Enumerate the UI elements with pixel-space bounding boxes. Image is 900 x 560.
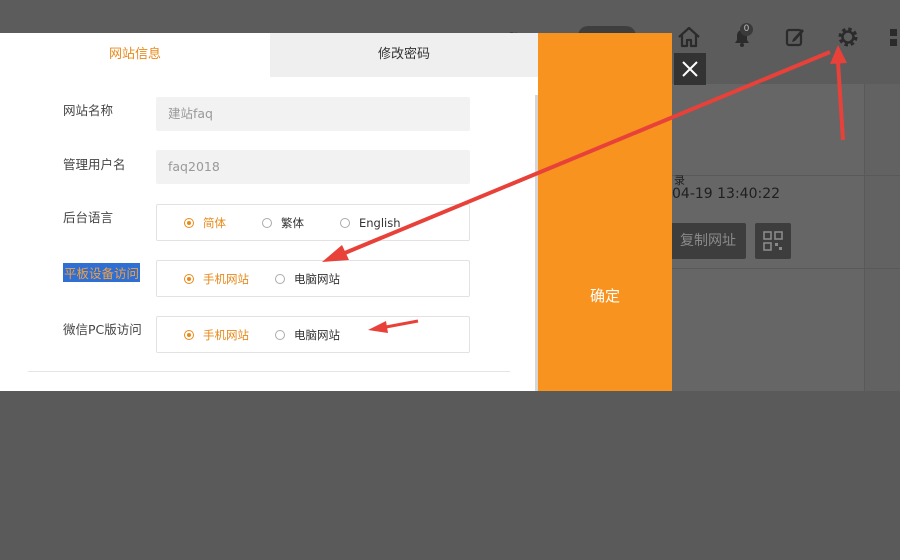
notification-badge: 0 bbox=[740, 23, 753, 36]
tablet-access-radio-group: 手机网站 电脑网站 bbox=[156, 260, 470, 297]
language-option-traditional[interactable]: 繁体 bbox=[262, 205, 304, 240]
radio-option-label: 电脑网站 bbox=[294, 327, 340, 342]
background-divider bbox=[864, 84, 865, 391]
home-icon[interactable] bbox=[676, 24, 702, 50]
language-option-simplified[interactable]: 简体 bbox=[184, 205, 226, 240]
radio-unchecked-icon bbox=[340, 217, 350, 228]
qr-code-button[interactable] bbox=[755, 223, 791, 259]
language-label: 后台语言 bbox=[63, 210, 114, 225]
tablet-option-pc-site[interactable]: 电脑网站 bbox=[275, 261, 340, 296]
admin-name-value: faq2018 bbox=[168, 159, 220, 174]
radio-option-label: 电脑网站 bbox=[294, 271, 340, 286]
login-time: 04-19 13:40:22 bbox=[672, 186, 781, 202]
background-divider bbox=[672, 175, 900, 176]
radio-option-label: 简体 bbox=[203, 215, 226, 230]
tab-site-info[interactable]: 网站信息 bbox=[0, 33, 270, 77]
radio-checked-icon bbox=[184, 329, 194, 340]
background-divider bbox=[672, 268, 900, 269]
radio-option-label: 手机网站 bbox=[203, 271, 249, 286]
edit-icon[interactable] bbox=[782, 24, 808, 50]
tablet-access-label: 平板设备访问 bbox=[63, 263, 141, 282]
wechat-pc-access-radio-group: 手机网站 电脑网站 bbox=[156, 316, 470, 353]
site-name-input[interactable]: 建站faq bbox=[156, 97, 470, 131]
tab-change-password[interactable]: 修改密码 bbox=[270, 33, 538, 77]
dialog-divider bbox=[28, 371, 510, 372]
radio-option-label: 繁体 bbox=[281, 215, 304, 230]
site-name-label: 网站名称 bbox=[63, 103, 114, 118]
radio-unchecked-icon bbox=[275, 329, 285, 340]
gear-icon[interactable] bbox=[835, 24, 861, 50]
radio-unchecked-icon bbox=[262, 217, 272, 228]
radio-option-label: 手机网站 bbox=[203, 327, 249, 342]
close-button[interactable] bbox=[674, 53, 706, 85]
language-radio-group: 简体 繁体 English bbox=[156, 204, 470, 241]
radio-option-label: English bbox=[359, 215, 401, 230]
wechat-option-mobile-site[interactable]: 手机网站 bbox=[184, 317, 249, 352]
confirm-button[interactable]: 确定 bbox=[538, 33, 672, 391]
wechat-option-pc-site[interactable]: 电脑网站 bbox=[275, 317, 340, 352]
wechat-pc-access-label: 微信PC版访问 bbox=[63, 322, 142, 337]
admin-name-label: 管理用户名 bbox=[63, 157, 126, 172]
admin-name-input[interactable]: faq2018 bbox=[156, 150, 470, 184]
copy-url-button[interactable]: 复制网址 bbox=[670, 223, 746, 259]
radio-unchecked-icon bbox=[275, 273, 285, 284]
site-settings-dialog: 网站信息 修改密码 网站名称 建站faq 管理用户名 faq2018 后台语言 … bbox=[0, 33, 538, 391]
tablet-option-mobile-site[interactable]: 手机网站 bbox=[184, 261, 249, 296]
close-icon bbox=[682, 61, 698, 77]
radio-checked-icon bbox=[184, 217, 194, 228]
menu-icon[interactable] bbox=[886, 24, 900, 50]
language-option-english[interactable]: English bbox=[340, 205, 401, 240]
qr-code-icon bbox=[763, 231, 783, 251]
radio-checked-icon bbox=[184, 273, 194, 284]
site-name-value: 建站faq bbox=[168, 106, 213, 121]
